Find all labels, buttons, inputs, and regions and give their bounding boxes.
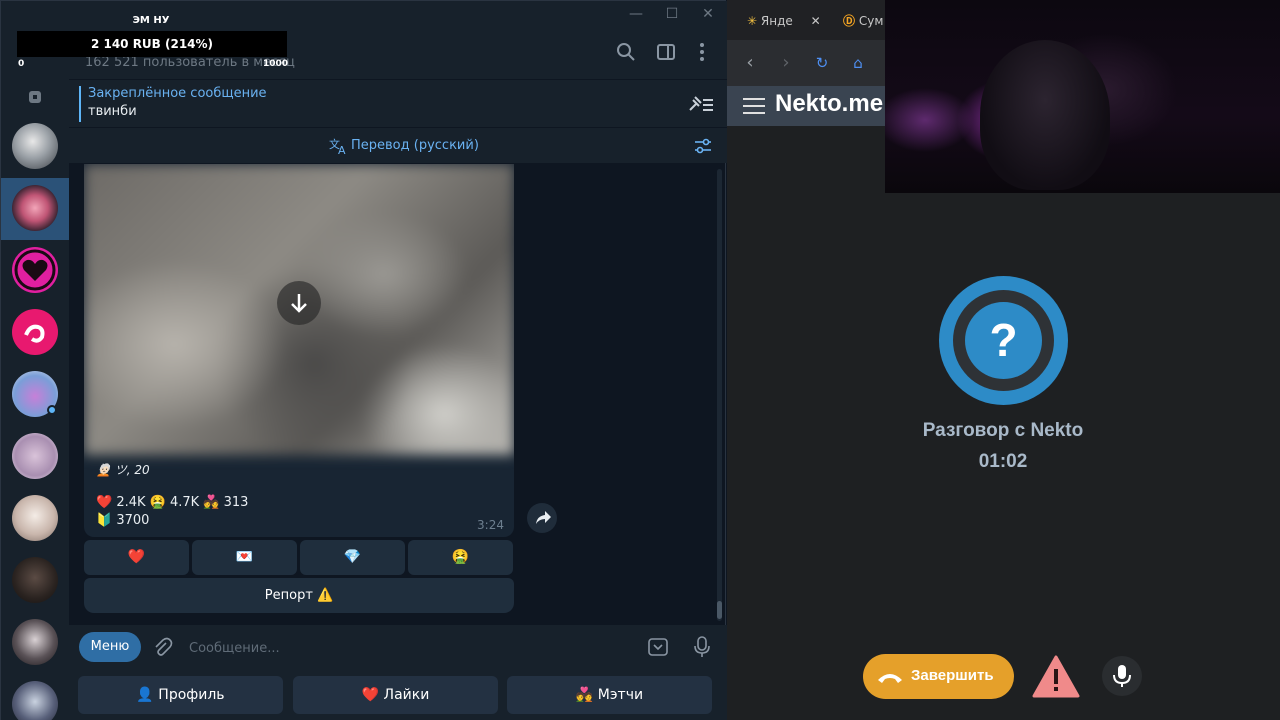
forward-button[interactable] xyxy=(527,503,557,533)
chat-avatar[interactable] xyxy=(12,495,58,541)
lock-folder-icon[interactable] xyxy=(27,89,43,105)
donation-max: 1000 xyxy=(263,59,289,69)
inline-button-like[interactable]: ❤️ xyxy=(84,540,189,575)
keyboard-button-matches[interactable]: 💑 Мэтчи xyxy=(507,676,712,714)
stranger-avatar: ? xyxy=(939,276,1068,405)
reaction-stats: ❤️ 2.4K 🤮 4.7K 💑 313 xyxy=(96,495,249,510)
chat-folder-sidebar xyxy=(1,27,69,720)
chat-avatar[interactable] xyxy=(12,309,58,355)
download-arrow-icon xyxy=(291,294,307,313)
report-button[interactable]: Репорт ⚠️ xyxy=(84,578,514,613)
browser-tab[interactable]: ✳ Янде ✕ xyxy=(747,8,819,34)
avatar-ring: ? xyxy=(953,290,1054,391)
download-button[interactable] xyxy=(277,281,321,325)
sidebar-toggle-icon[interactable] xyxy=(655,41,677,63)
site-logo[interactable]: Nekto.me xyxy=(775,90,883,118)
maximize-button[interactable]: ☐ xyxy=(657,3,687,25)
message-bubble[interactable]: 🧑🏻‍🦳 ツ, 20 ❤️ 2.4K 🤮 4.7K 💑 313 🔰 3700 3… xyxy=(84,164,514,537)
share-arrow-icon xyxy=(536,511,551,524)
reload-icon[interactable]: ↻ xyxy=(811,52,833,74)
streamer-face xyxy=(980,40,1110,190)
chat-avatar-active[interactable] xyxy=(12,185,58,231)
more-vertical-icon[interactable] xyxy=(691,41,713,63)
chat-avatar[interactable] xyxy=(12,619,58,665)
conversation-label: Разговор с Nekto xyxy=(922,420,1084,441)
end-call-button[interactable]: Завершить xyxy=(863,654,1014,699)
chat-avatar[interactable] xyxy=(12,681,58,720)
bot-reply-keyboard: 👤 Профиль ❤️ Лайки 💑 Мэтчи xyxy=(69,669,727,720)
telegram-window: — ☐ ✕ 162 521 пользователь в месяц ЭМ НУ… xyxy=(0,0,727,720)
back-icon[interactable]: ‹ xyxy=(739,52,761,74)
translate-bar: 文 A Перевод (русский) xyxy=(69,127,727,163)
microphone-icon[interactable] xyxy=(691,635,713,659)
close-tab-icon[interactable]: ✕ xyxy=(811,14,819,28)
donation-progress-bar: 2 140 RUB (214%) xyxy=(17,31,287,57)
keyboard-button-likes[interactable]: ❤️ Лайки xyxy=(293,676,498,714)
close-button[interactable]: ✕ xyxy=(693,3,723,25)
report-warning-icon[interactable] xyxy=(1031,654,1081,699)
webcam-overlay xyxy=(885,0,1280,193)
chat-avatar[interactable] xyxy=(12,433,58,479)
donation-min: 0 xyxy=(18,59,25,69)
keyboard-button-profile[interactable]: 👤 Профиль xyxy=(78,676,283,714)
donation-favicon-icon: Ⓓ xyxy=(843,14,856,28)
conversation-timer: 01:02 xyxy=(978,451,1028,472)
inline-button-gem[interactable]: 💎 xyxy=(300,540,405,575)
search-icon[interactable] xyxy=(615,41,637,63)
inline-button-dislike[interactable]: 🤮 xyxy=(408,540,513,575)
microphone-icon xyxy=(1113,665,1131,687)
unpin-list-icon[interactable] xyxy=(687,94,715,114)
message-caption: 🧑🏻‍🦳 ツ, 20 xyxy=(96,463,150,477)
message-time: 3:24 xyxy=(477,518,504,532)
pinned-message-bar[interactable]: Закреплённое сообщение твинби xyxy=(69,79,727,127)
rating-stats: 🔰 3700 xyxy=(96,513,150,528)
attach-icon[interactable] xyxy=(151,636,173,658)
chat-scrollbar[interactable] xyxy=(717,169,722,621)
message-input[interactable] xyxy=(189,637,619,659)
hang-up-phone-icon xyxy=(878,674,902,683)
tab-label: Сум xyxy=(858,14,883,28)
end-call-label: Завершить xyxy=(911,667,994,684)
tab-label: Янде xyxy=(760,14,793,28)
pinned-indicator xyxy=(79,86,81,122)
online-indicator xyxy=(47,405,57,415)
swirl-icon xyxy=(24,324,45,343)
translate-icon[interactable]: 文 A xyxy=(329,137,349,155)
translate-label[interactable]: Перевод (русский) xyxy=(351,138,479,153)
home-icon[interactable]: ⌂ xyxy=(847,52,869,74)
broken-heart-icon xyxy=(14,249,56,291)
pinned-text: твинби xyxy=(88,104,137,119)
scroll-thumb[interactable] xyxy=(717,601,722,619)
inline-button-letter[interactable]: 💌 xyxy=(192,540,297,575)
chat-avatar[interactable] xyxy=(12,557,58,603)
chat-avatar[interactable] xyxy=(12,247,58,293)
yandex-favicon-icon: ✳ xyxy=(747,14,758,28)
donation-goal-title: ЭМ НУ xyxy=(132,15,170,26)
svg-text:A: A xyxy=(338,144,346,155)
hamburger-menu-icon[interactable] xyxy=(743,98,765,114)
microphone-button[interactable] xyxy=(1102,656,1142,696)
forward-icon[interactable]: › xyxy=(775,52,797,74)
bot-keyboard-icon[interactable] xyxy=(647,636,669,658)
chat-avatar[interactable] xyxy=(12,123,58,169)
question-mark-icon: ? xyxy=(965,302,1042,379)
bot-menu-button[interactable]: Меню xyxy=(79,632,141,662)
message-composer: Меню xyxy=(69,625,727,669)
pinned-title: Закреплённое сообщение xyxy=(88,86,267,101)
browser-tab[interactable]: Ⓓ Сум xyxy=(843,8,883,34)
desktop: — ☐ ✕ 162 521 пользователь в месяц ЭМ НУ… xyxy=(0,0,1280,720)
filter-settings-icon[interactable] xyxy=(693,138,713,154)
minimize-button[interactable]: — xyxy=(621,3,651,25)
